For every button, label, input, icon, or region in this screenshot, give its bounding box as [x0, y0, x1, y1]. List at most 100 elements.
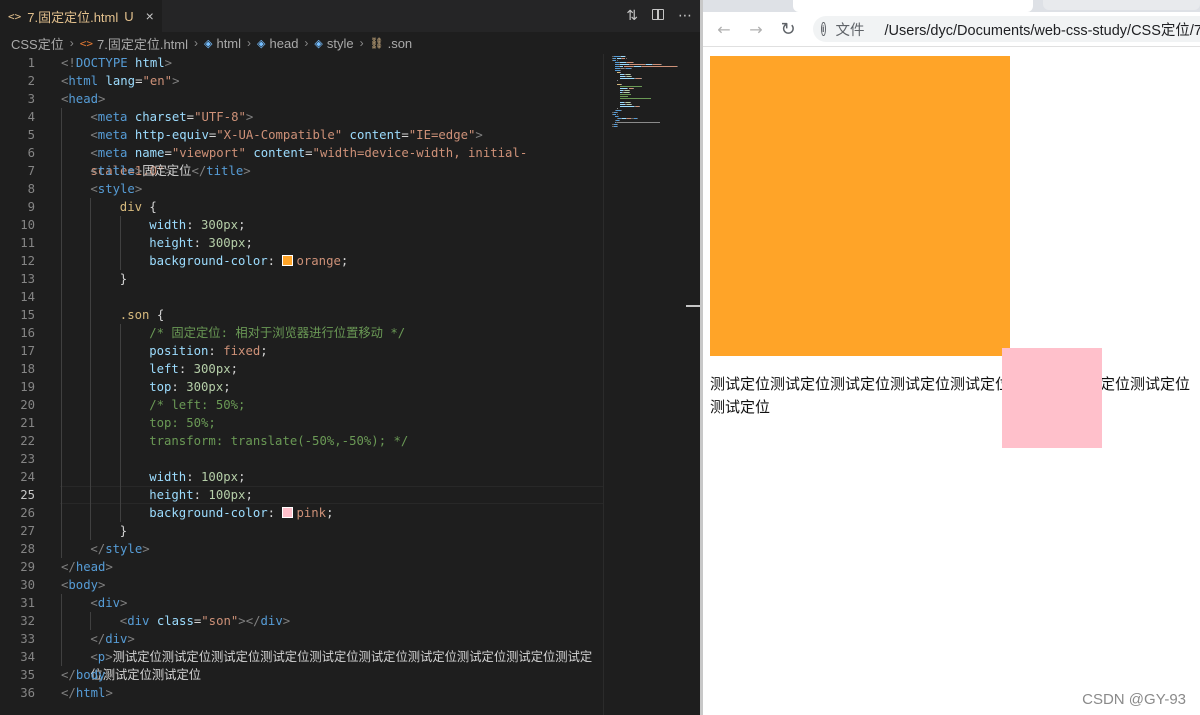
line-number: 18: [20, 362, 35, 376]
code-line[interactable]: }: [120, 270, 127, 288]
code-line[interactable]: width: 100px;: [149, 468, 245, 486]
browser-tab[interactable]: [1043, 0, 1200, 10]
code-line[interactable]: <div>: [90, 594, 127, 612]
code-line[interactable]: <body>: [61, 576, 105, 594]
code-line[interactable]: <style>: [90, 180, 142, 198]
code-line[interactable]: <meta http-equiv = "X-UA-Compatible" conte…: [90, 126, 482, 144]
code-line[interactable]: width: 300px;: [149, 216, 245, 234]
code-line[interactable]: /* left: 50%;: [149, 396, 245, 414]
indent-guide: [119, 414, 121, 432]
code-line[interactable]: }: [120, 522, 127, 540]
code-line[interactable]: background-color: pink;: [149, 504, 333, 522]
code-line[interactable]: top: 300px;: [149, 378, 230, 396]
code-line[interactable]: </style>: [90, 540, 149, 558]
code-line[interactable]: left: 300px;: [149, 360, 238, 378]
back-arrow-icon[interactable]: ←: [713, 18, 735, 40]
breadcrumb-selector[interactable]: .son: [388, 36, 413, 51]
info-icon[interactable]: i: [821, 22, 826, 36]
minimap[interactable]: [603, 54, 700, 715]
code-line[interactable]: height: 300px;: [149, 234, 253, 252]
code-token: >: [245, 110, 254, 124]
browser-tab-active[interactable]: [793, 0, 1033, 12]
code-line[interactable]: </body>: [61, 666, 113, 684]
indent-guide: [61, 468, 62, 486]
address-scheme-label: 文件: [835, 22, 865, 39]
code-token: /* left: 50%;: [149, 398, 246, 412]
code-line[interactable]: /* 固定定位: 相对于浏览器进行位置移动 */: [149, 324, 405, 342]
breadcrumb-file[interactable]: 7.固定定位.html: [97, 34, 188, 53]
minimap-stroke: [636, 118, 638, 119]
code-line[interactable]: </html>: [61, 684, 113, 702]
line-number: 31: [20, 596, 35, 610]
code-area[interactable]: 1 <!DOCTYPE html> 2 <html lang="en"> 3 <head>…: [0, 54, 603, 715]
minimap-stroke: [629, 64, 646, 65]
code-line[interactable]: </div>: [90, 630, 134, 648]
address-bar[interactable]: i 文件 /Users/dyc/Documents/web-css-study/…: [813, 16, 1200, 42]
compare-changes-icon[interactable]: ⇅: [626, 8, 638, 24]
minimap-stroke: [619, 88, 627, 89]
code-token: 100px: [201, 470, 239, 484]
code-line[interactable]: <meta charset="UTF-8">: [90, 108, 253, 126]
code-token: transform: translate(-50%,-50%); */: [149, 434, 409, 448]
line-number: 2: [27, 74, 35, 88]
code-line[interactable]: height: 100px;: [149, 486, 253, 504]
code-line[interactable]: <title>固定定位</title>: [90, 162, 250, 180]
indent-guide: [61, 432, 62, 450]
line-number: 1: [27, 56, 35, 70]
code-line[interactable]: <html lang="en">: [61, 72, 180, 90]
minimap-stroke: [619, 64, 629, 65]
code-token: "X-UA-Compatible": [216, 128, 343, 142]
chevron-right-icon: ›: [194, 36, 198, 50]
breadcrumb-head[interactable]: head: [270, 36, 299, 51]
code-line[interactable]: <p>测试定位测试定位测试定位测试定位测试定位测试定位测试定位测试定位测试定位测…: [90, 648, 603, 682]
indent-guide: [90, 396, 92, 414]
editor-tab-active[interactable]: <> 7.固定定位.html U ×: [0, 0, 162, 32]
code-token: http-equiv: [134, 128, 209, 142]
color-swatch[interactable]: [282, 255, 294, 266]
code-token: ;: [238, 470, 246, 484]
minimap-stroke: [639, 106, 641, 107]
indent-guide: [119, 486, 121, 504]
code-token: top: 50%;: [149, 416, 216, 430]
code-token: =: [186, 110, 195, 124]
code-line[interactable]: transform: translate(-50%,-50%); */: [149, 432, 408, 450]
code-line[interactable]: <head>: [61, 90, 105, 108]
close-icon[interactable]: ×: [146, 8, 154, 24]
code-token: :: [186, 470, 202, 484]
code-line[interactable]: div {: [120, 198, 157, 216]
code-token: :: [171, 380, 187, 394]
code-line[interactable]: <meta name="viewport" content="width=dev…: [90, 144, 603, 178]
code-token: top: [149, 380, 172, 394]
line-number: 14: [20, 290, 35, 304]
forward-arrow-icon[interactable]: →: [745, 18, 767, 40]
code-line[interactable]: position: fixed;: [149, 342, 267, 360]
breadcrumb-folder[interactable]: CSS定位: [11, 34, 64, 53]
indent-guide: [90, 216, 92, 234]
line-number: 22: [20, 434, 35, 448]
indent-guide: [119, 468, 121, 486]
minimap-stroke: [633, 62, 635, 63]
minimap-stroke: [619, 78, 634, 79]
code-token: head: [75, 560, 106, 574]
code-token: ;: [326, 506, 334, 520]
more-actions-icon[interactable]: ⋯: [678, 8, 692, 24]
split-editor-icon[interactable]: [652, 8, 664, 24]
code-token: =: [401, 128, 409, 142]
code-line[interactable]: .son {: [120, 306, 164, 324]
indent-guide: [61, 522, 62, 540]
code-line[interactable]: <!DOCTYPE html>: [61, 54, 172, 72]
breadcrumb-style[interactable]: style: [327, 36, 354, 51]
code-line[interactable]: </head>: [61, 558, 113, 576]
minimap-stroke: [617, 122, 661, 123]
breadcrumb-html[interactable]: html: [216, 36, 241, 51]
indent-guide: [61, 180, 62, 198]
code-line[interactable]: <div class="son"></div>: [120, 612, 290, 630]
browser-tab-strip: [703, 0, 1200, 12]
reload-icon[interactable]: ↻: [777, 18, 799, 40]
code-line[interactable]: background-color: orange;: [149, 252, 348, 270]
code-line[interactable]: top: 50%;: [149, 414, 216, 432]
color-swatch[interactable]: [282, 507, 294, 518]
code-token: <: [90, 146, 98, 160]
